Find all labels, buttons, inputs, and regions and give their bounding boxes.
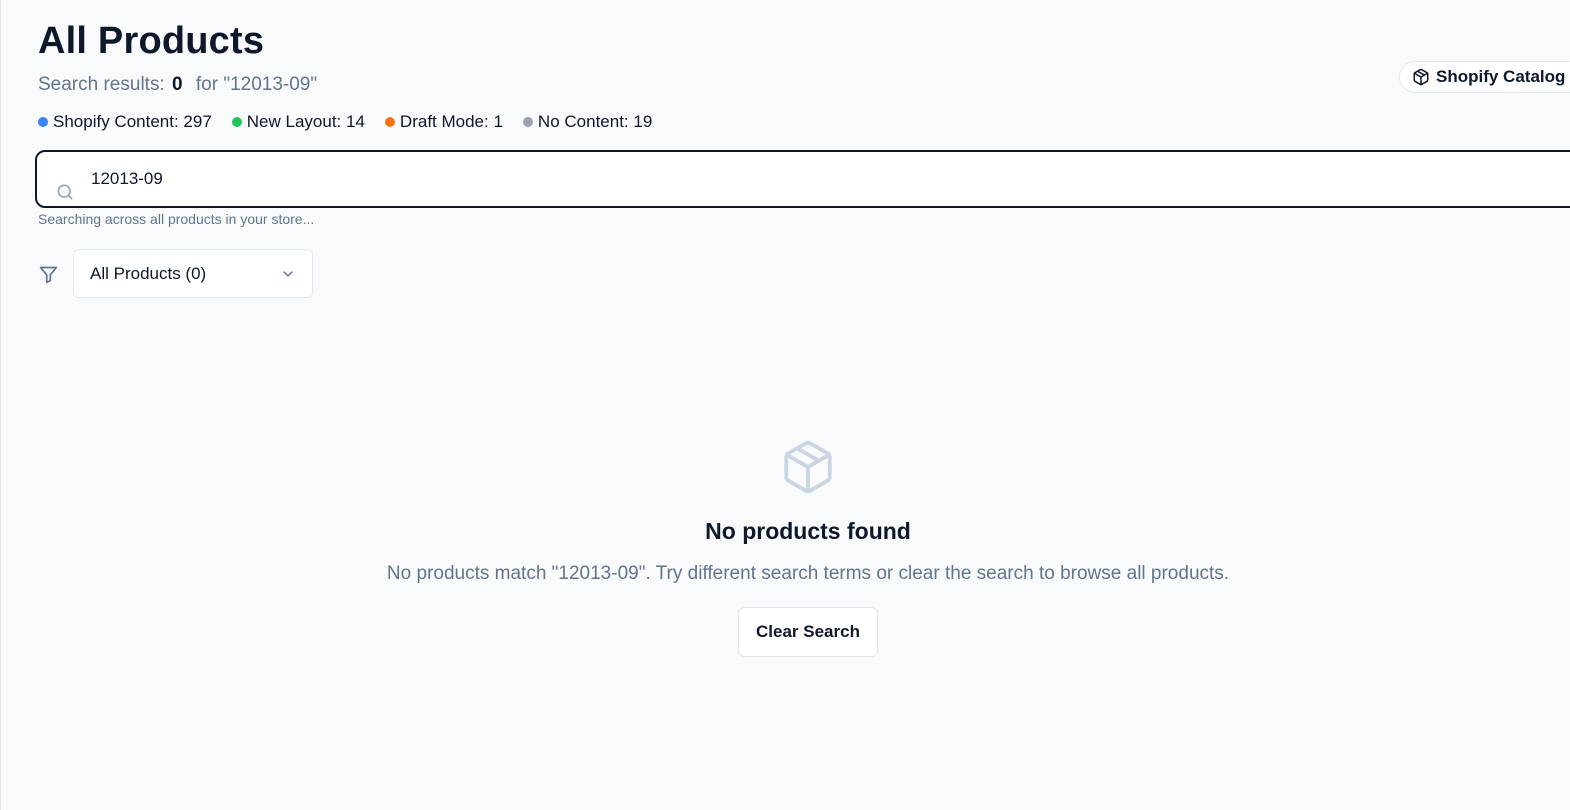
results-query: for "12013-09" bbox=[195, 74, 318, 95]
clear-search-button[interactable]: Clear Search bbox=[738, 607, 878, 657]
legend-item-no-content: No Content: 19 bbox=[522, 112, 653, 132]
search-input[interactable] bbox=[91, 164, 1491, 194]
status-dot bbox=[384, 117, 395, 127]
empty-state-title: No products found bbox=[705, 518, 911, 544]
search-box[interactable] bbox=[35, 150, 1570, 208]
products-page: All Products Search results: 0 for "1201… bbox=[0, 0, 1570, 810]
empty-state-message: No products match "12013-09". Try differ… bbox=[386, 563, 1230, 584]
chevron-down-icon bbox=[283, 270, 293, 277]
shopify-catalog-label: Shopify Catalog bbox=[1436, 67, 1566, 86]
search-results-summary: Search results: 0 for "12013-09" bbox=[38, 74, 317, 96]
status-dot bbox=[231, 117, 242, 127]
legend-item-new-layout: New Layout: 14 bbox=[231, 112, 365, 132]
package-icon bbox=[1413, 68, 1429, 86]
page-title: All Products bbox=[38, 20, 265, 62]
legend-item-draft-mode: Draft Mode: 1 bbox=[384, 112, 503, 132]
shopify-catalog-button[interactable]: Shopify Catalog bbox=[1399, 61, 1570, 93]
results-label: Search results: bbox=[38, 74, 165, 95]
status-legend: Shopify Content: 297 New Layout: 14 Draf… bbox=[38, 112, 672, 132]
package-icon bbox=[784, 440, 832, 494]
empty-state: No products found No products match "120… bbox=[1, 438, 1570, 657]
legend-label: New Layout: 14 bbox=[246, 112, 365, 131]
results-count: 0 bbox=[172, 74, 183, 95]
filter-selected-value: All Products (0) bbox=[90, 263, 207, 283]
legend-label: Shopify Content: 297 bbox=[53, 112, 212, 131]
legend-label: No Content: 19 bbox=[537, 112, 653, 131]
legend-label: Draft Mode: 1 bbox=[399, 112, 503, 131]
search-icon bbox=[57, 184, 73, 200]
legend-item-shopify-content: Shopify Content: 297 bbox=[38, 112, 212, 132]
product-filter-select[interactable]: All Products (0) bbox=[73, 249, 313, 298]
filter-icon bbox=[39, 266, 58, 284]
status-dot bbox=[522, 117, 533, 127]
status-dot bbox=[38, 117, 48, 127]
search-helper-text: Searching across all products in your st… bbox=[38, 211, 315, 227]
